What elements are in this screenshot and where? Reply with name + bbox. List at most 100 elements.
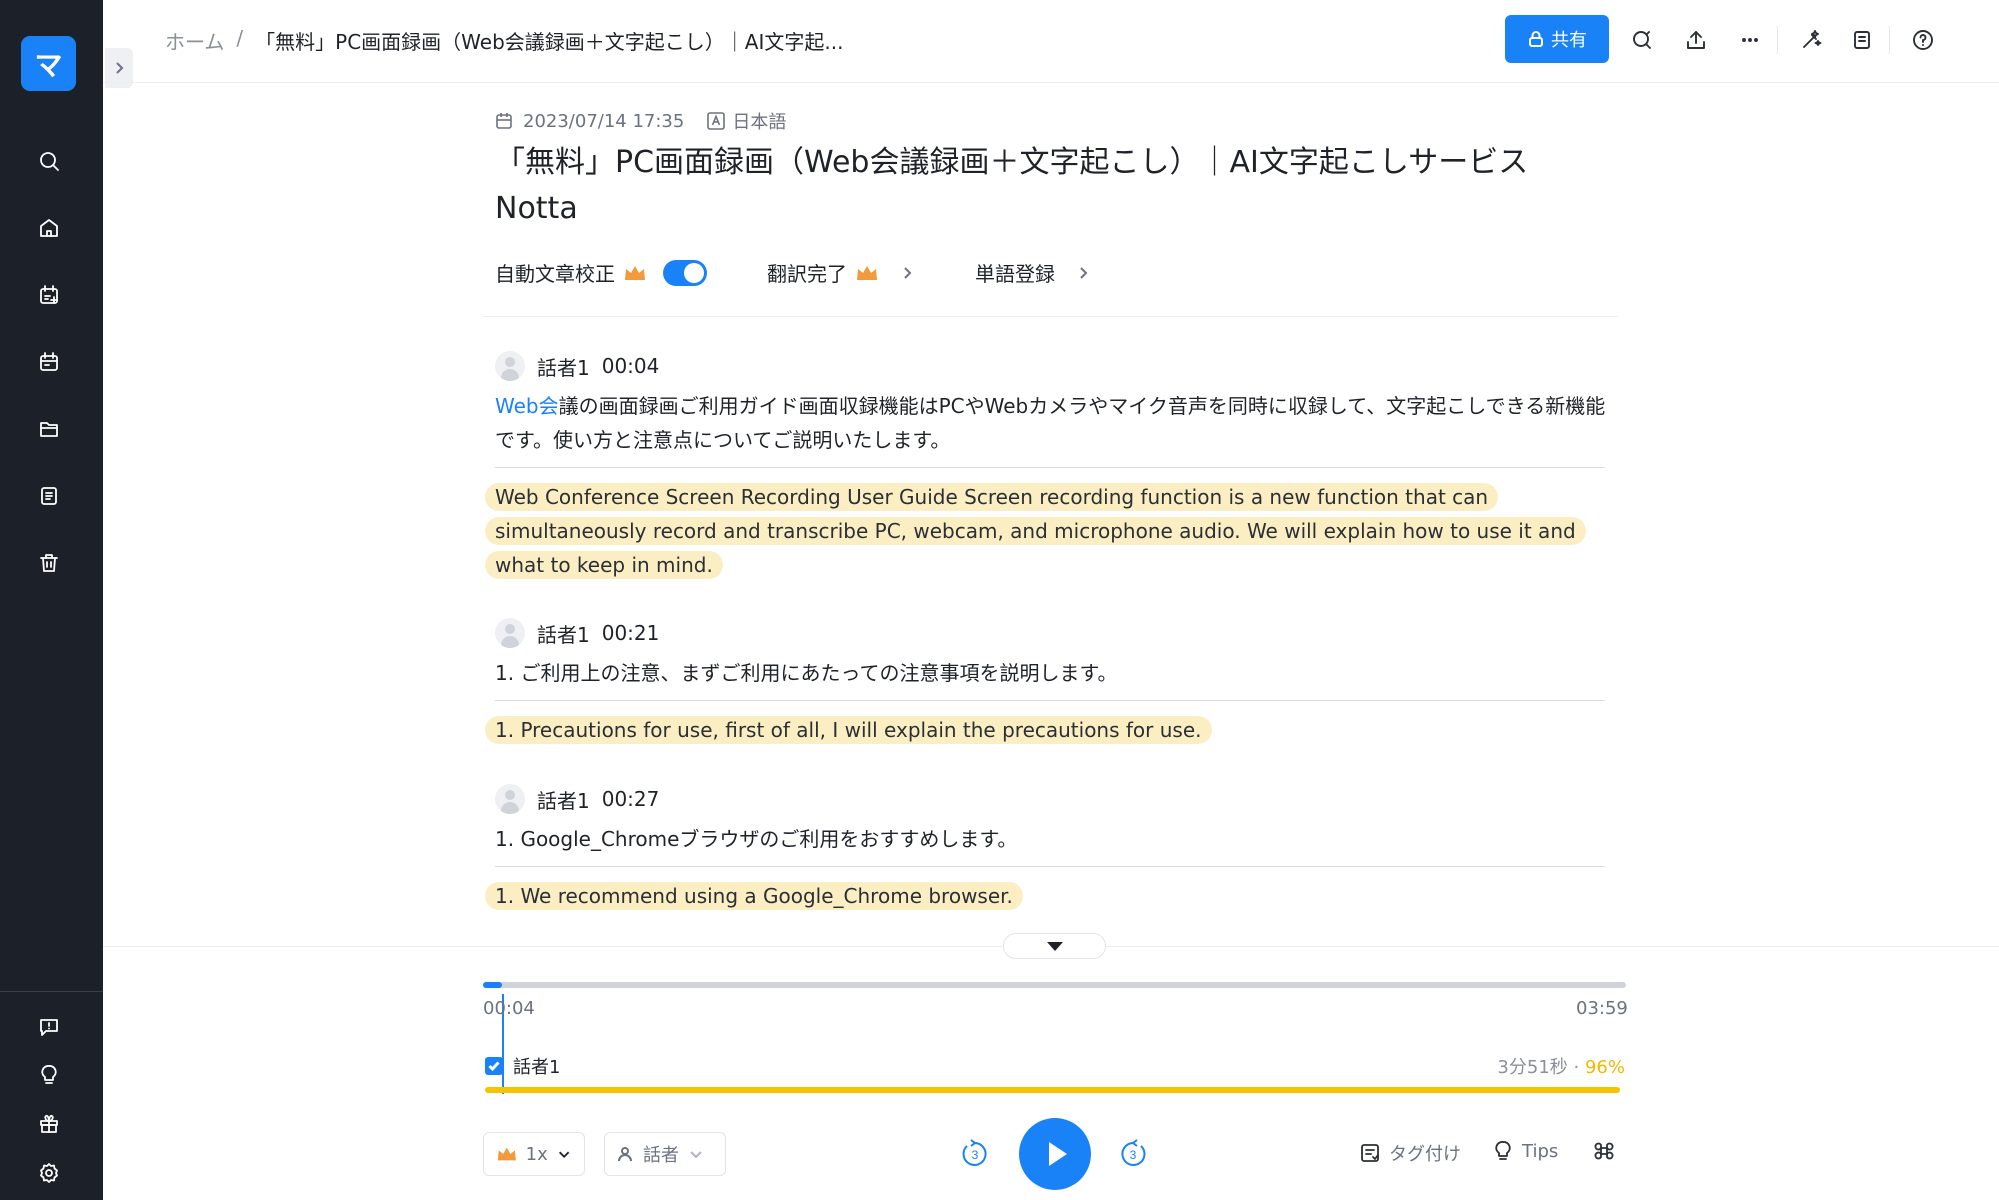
shortcuts-button[interactable] [1593,1140,1615,1162]
segment-text-en[interactable]: Web Conference Screen Recording User Gui… [483,480,1618,582]
segment-text: 1. Google_Chromeブラウザのご利用をおすすめします。 [495,827,1018,851]
speaker-avatar[interactable] [495,618,525,648]
chevron-right-icon [904,266,912,279]
search-icon[interactable] [30,142,68,180]
app-logo[interactable]: マ [21,36,76,91]
speaker-duration: 3分51秒 [1497,1057,1568,1078]
skip-back-button[interactable]: 3 [958,1137,992,1171]
speaker-avatar[interactable] [495,784,525,814]
speaker-filter[interactable]: 話者 [604,1132,726,1176]
search-text-icon[interactable] [1624,22,1660,58]
ai-tools-icon[interactable] [1793,22,1829,58]
feedback-icon[interactable] [30,1008,68,1046]
speaker-avatar[interactable] [495,351,525,381]
speaker-track-name: 話者1 [513,1057,561,1078]
segment-text-ja[interactable]: Web会議の画面録画ご利用ガイド画面収録機能はPCやWebカメラやマイク音声を同… [483,389,1618,457]
trash-icon[interactable] [30,544,68,582]
skip-forward-button[interactable]: 3 [1116,1137,1150,1171]
speaker-row: 話者1 00:27 [483,784,1618,814]
sidebar: マ [0,0,103,1200]
segment-text-en[interactable]: 1. We recommend using a Google_Chrome br… [483,879,1618,913]
speaker-name[interactable]: 話者1 [537,785,590,814]
expand-player-button[interactable] [1003,933,1106,959]
auto-correct-label: 自動文章校正 [495,262,615,286]
segment-time[interactable]: 00:27 [602,787,660,811]
share-label: 共有 [1551,30,1587,51]
highlighted-word[interactable]: Web会 [495,394,559,418]
document-language: 日本語 [706,108,786,134]
top-header: ホーム / 「無料」PC画面録画（Web会議録画＋文字起こし）｜AI文字起...… [103,0,1999,83]
breadcrumb-home[interactable]: ホーム [165,26,224,55]
speed-value: 1x [525,1143,548,1165]
document-meta: 2023/07/14 17:35 日本語 [495,108,786,134]
app: マ ホーム / 「無料」PC画面録画（Web会議録画＋文字起こし）｜AI文字起.… [0,0,1999,1200]
tips-button[interactable]: Tips [1492,1140,1558,1162]
skip-forward-seconds: 3 [1130,1148,1137,1162]
word-register-label: 単語登録 [975,262,1055,286]
segment-divider [495,866,1605,867]
segment-text-en[interactable]: 1. Precautions for use, first of all, I … [483,713,1618,747]
play-button[interactable] [1019,1118,1091,1190]
breadcrumb-current: 「無料」PC画面録画（Web会議録画＋文字起こし）｜AI文字起... [255,30,844,54]
header-divider [1777,26,1778,54]
speaker-name[interactable]: 話者1 [537,352,590,381]
rewind-icon: 3 [962,1139,987,1166]
lightbulb-icon[interactable] [30,1056,68,1094]
home-icon[interactable] [30,209,68,247]
breadcrumb: ホーム / 「無料」PC画面録画（Web会議録画＋文字起こし）｜AI文字起... [165,26,843,55]
auto-correct-toggle[interactable] [663,259,707,286]
breadcrumb-separator: / [236,26,244,50]
auto-correct-option: 自動文章校正 [495,258,707,287]
crown-icon [857,265,877,280]
notes-icon[interactable] [1844,22,1880,58]
more-icon[interactable] [1732,22,1768,58]
segment-text-ja[interactable]: 1. ご利用上の注意、まずご利用にあたっての注意事項を説明します。 [483,656,1618,690]
crown-icon [625,265,645,280]
speaker-track: 話者1 3分51秒 · 96% [485,1053,1625,1079]
segment-divider [495,700,1605,701]
person-icon [618,1147,632,1162]
speaker-filter-label: 話者 [643,1145,679,1166]
playback-progress-bar[interactable] [483,982,1626,988]
segment-time[interactable]: 00:04 [602,354,660,378]
speed-selector[interactable]: 1x [483,1132,585,1176]
gift-icon[interactable] [30,1105,68,1143]
current-time: 00:04 [483,998,535,1019]
document-icon[interactable] [30,477,68,515]
calendar-clock-icon [496,113,512,129]
tag-button[interactable]: タグ付け [1359,1140,1461,1166]
document-title[interactable]: 「無料」PC画面録画（Web会議録画＋文字起こし）｜AI文字起こしサービスNot… [495,140,1605,232]
calendar-add-icon[interactable] [30,276,68,314]
sidebar-divider [0,991,103,992]
word-register-option[interactable]: 単語登録 [975,258,1091,287]
stat-dot: · [1573,1057,1580,1078]
segment-text: 議の画面録画ご利用ガイド画面収録機能はPCやWebカメラやマイク音声を同時に収録… [495,394,1606,452]
chevron-right-icon [1080,266,1088,279]
speaker-track-checkbox[interactable] [485,1057,503,1075]
options-bar: 自動文章校正 翻訳完了 単語登録 [495,258,1091,287]
lightbulb-icon [1495,1141,1511,1160]
chevron-down-icon [690,1151,702,1159]
speaker-percent: 96% [1584,1057,1625,1078]
segment-time[interactable]: 00:21 [602,621,660,645]
options-divider [483,316,1618,317]
calendar-icon[interactable] [30,343,68,381]
language-label: 日本語 [732,112,787,133]
playback-progress-fill [483,982,503,988]
document-date: 2023/07/14 17:35 [523,110,685,132]
folder-icon[interactable] [30,410,68,448]
export-icon[interactable] [1678,22,1714,58]
share-button[interactable]: 共有 [1505,15,1609,63]
speaker-track-bar[interactable] [485,1087,1620,1093]
speaker-name[interactable]: 話者1 [537,619,590,648]
settings-icon[interactable] [30,1154,68,1192]
translation-option[interactable]: 翻訳完了 [767,258,915,287]
segment-divider [495,467,1605,468]
segment-text-ja[interactable]: 1. Google_Chromeブラウザのご利用をおすすめします。 [483,822,1618,856]
help-icon[interactable] [1905,22,1941,58]
crown-icon [497,1147,516,1161]
forward-icon: 3 [1121,1139,1146,1166]
lock-icon [1529,31,1543,47]
translation-text: 1. Precautions for use, first of all, I … [485,716,1212,744]
speaker-track-stats: 3分51秒 · 96% [1497,1053,1625,1079]
